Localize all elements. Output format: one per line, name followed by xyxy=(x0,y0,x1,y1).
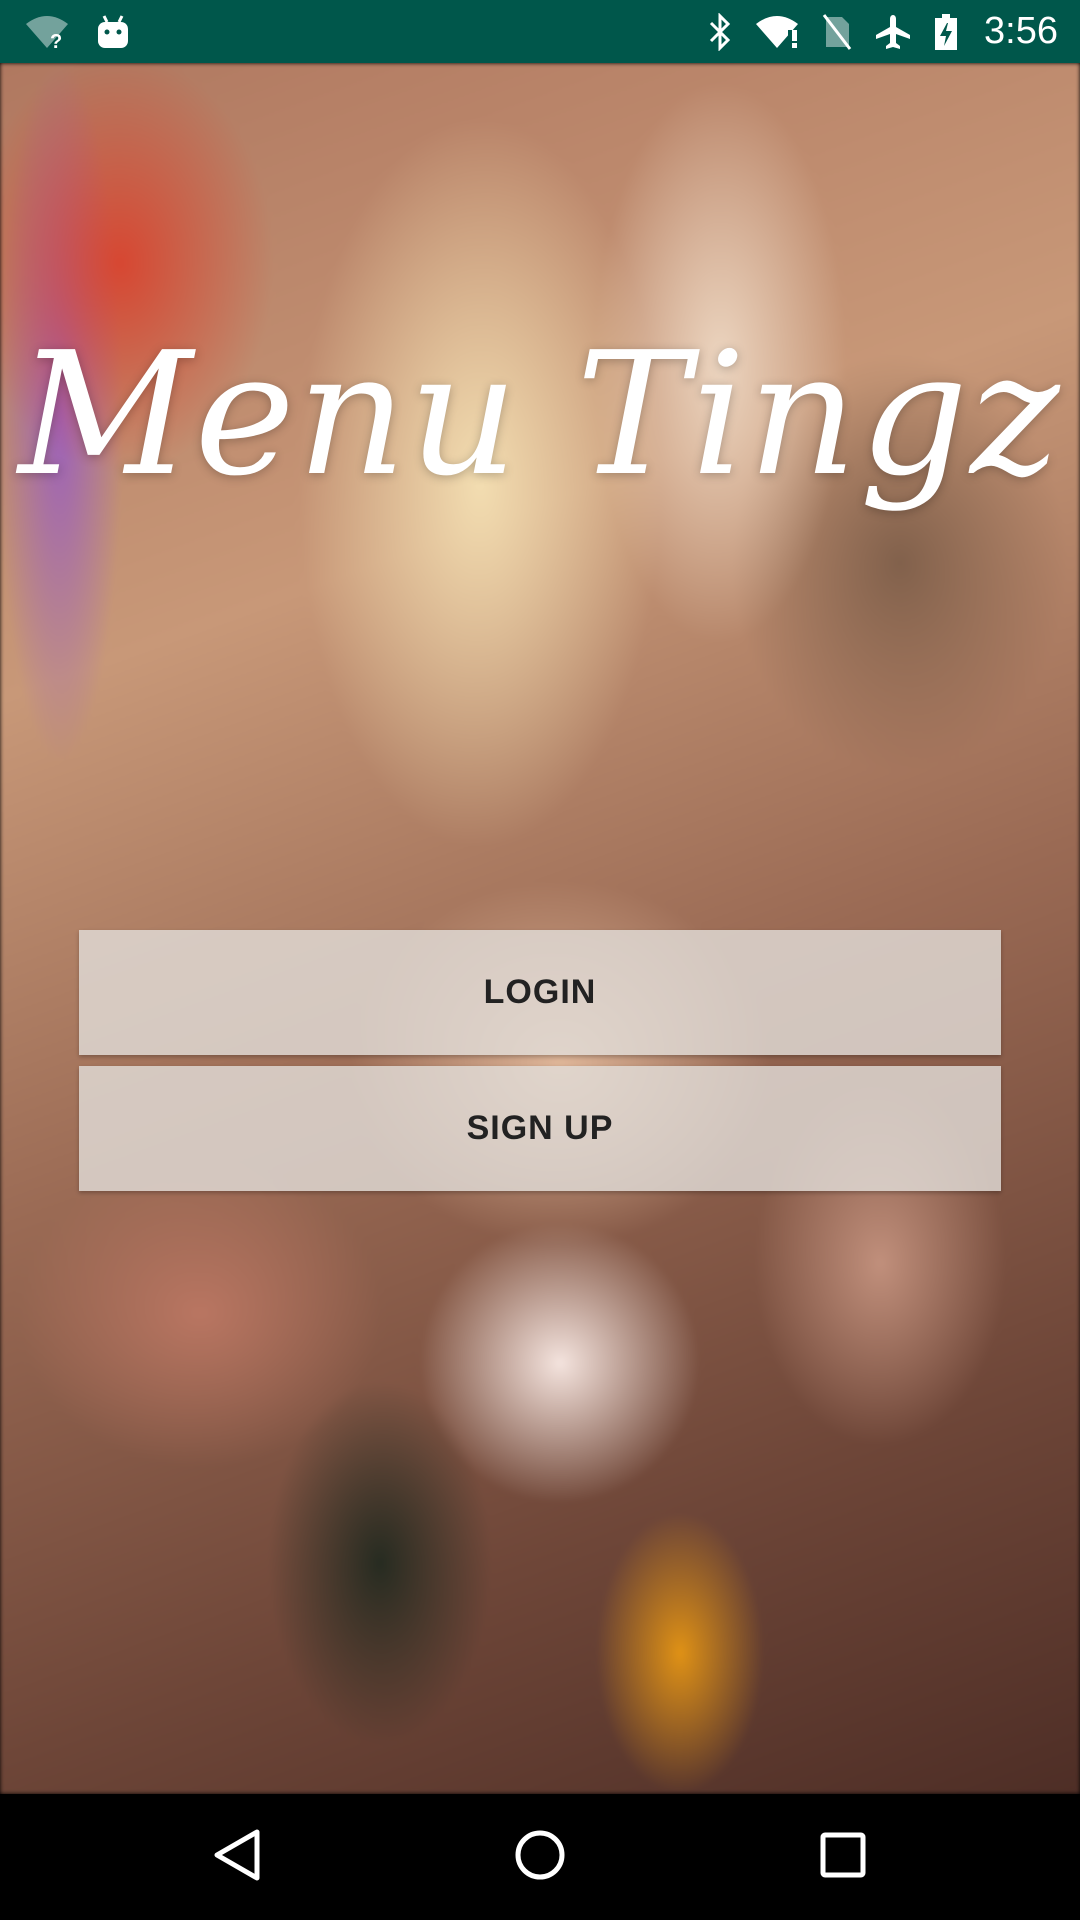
no-sim-icon xyxy=(822,13,852,51)
back-button[interactable] xyxy=(147,1794,327,1920)
home-icon xyxy=(513,1828,567,1887)
airplane-mode-icon xyxy=(874,13,912,51)
bluetooth-icon xyxy=(708,12,732,51)
wifi-alert-icon xyxy=(754,14,800,50)
app-logo-text: Menu Tingz xyxy=(18,316,1062,514)
android-debug-icon xyxy=(96,14,130,50)
recents-icon xyxy=(819,1831,867,1884)
splash-screen: ? 3:56 Menu Tingz LOGIN SIGN UP xyxy=(0,0,1080,1920)
home-button[interactable] xyxy=(450,1794,630,1920)
status-bar: ? 3:56 xyxy=(0,0,1080,63)
back-icon xyxy=(213,1828,261,1887)
signup-button[interactable]: SIGN UP xyxy=(79,1066,1001,1191)
navigation-bar xyxy=(0,1794,1080,1920)
status-time: 3:56 xyxy=(984,10,1058,52)
recents-button[interactable] xyxy=(753,1794,933,1920)
svg-text:?: ? xyxy=(50,31,62,50)
battery-charging-icon xyxy=(934,13,958,51)
wifi-unknown-icon: ? xyxy=(24,14,70,50)
login-button[interactable]: LOGIN xyxy=(79,930,1001,1055)
